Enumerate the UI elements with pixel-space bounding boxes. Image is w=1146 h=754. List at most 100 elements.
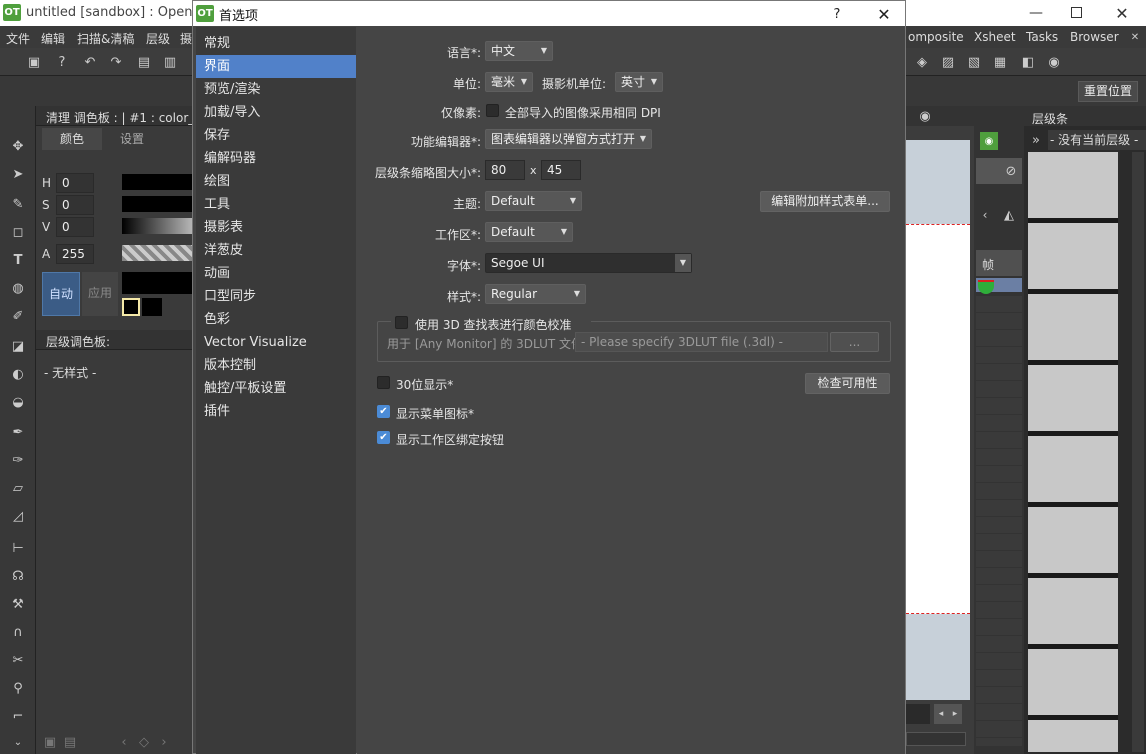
fill-icon[interactable]: ◈ <box>912 52 932 72</box>
tool-icon-d[interactable]: ▦ <box>990 52 1010 72</box>
thumbnail-height-field[interactable]: 45 <box>541 160 581 180</box>
room-close-icon[interactable]: ✕ <box>1128 29 1142 45</box>
redo-icon[interactable]: ↷ <box>106 52 126 72</box>
room-tab-composite[interactable]: omposite <box>908 30 964 44</box>
nav-lip-sync[interactable]: 口型同步 <box>196 285 356 308</box>
level-strip-frames[interactable] <box>1028 152 1118 752</box>
camera-icon[interactable]: ⊘ <box>1002 162 1020 180</box>
viewer-prev-icon[interactable]: ◂ <box>934 704 948 724</box>
app-close-icon[interactable]: ✕ <box>1112 3 1132 23</box>
auto-button[interactable]: 自动 <box>42 272 80 316</box>
frame-field[interactable] <box>906 704 930 724</box>
rgb-picker-tool-icon[interactable]: ✒ <box>8 422 28 442</box>
undo-icon[interactable]: ↶ <box>80 52 100 72</box>
apply-button[interactable]: 应用 <box>82 272 118 316</box>
nav-animation[interactable]: 动画 <box>196 262 356 285</box>
geometric-tool-icon[interactable]: ◻ <box>8 222 28 242</box>
palette-save-as-icon[interactable]: ▤ <box>62 734 78 750</box>
cutter-tool-icon[interactable]: ✂ <box>8 650 28 670</box>
tab-colors[interactable]: 颜色 <box>42 128 102 150</box>
tool-icon-e[interactable]: ◧ <box>1018 52 1038 72</box>
nav-interface[interactable]: 界面 <box>196 55 356 78</box>
globe-icon[interactable]: ◉ <box>1044 52 1064 72</box>
selection-tool-icon[interactable]: ➤ <box>8 164 28 184</box>
nav-import-export[interactable]: 编解码器 <box>196 147 356 170</box>
menu-level[interactable]: 层级 <box>146 30 170 47</box>
room-tab-xsheet[interactable]: Xsheet <box>974 30 1016 44</box>
menu-file[interactable]: 文件 <box>6 30 30 47</box>
viewer-next-icon[interactable]: ▸ <box>948 704 962 724</box>
menu-edit[interactable]: 编辑 <box>41 30 65 47</box>
style-swatch[interactable] <box>142 298 162 316</box>
level-strip-expand-icon[interactable]: » <box>1028 132 1044 148</box>
v-slider[interactable] <box>122 218 194 234</box>
theme-combo[interactable]: Default ▼ <box>485 191 582 211</box>
h-slider[interactable] <box>122 174 194 190</box>
skeleton-tool-icon[interactable]: ⚲ <box>8 678 28 698</box>
nav-saving[interactable]: 保存 <box>196 124 356 147</box>
dialog-close-button[interactable]: ✕ <box>873 3 895 25</box>
font-combo[interactable]: Segoe UI ▼ <box>485 253 692 273</box>
nav-general[interactable]: 常规 <box>196 32 356 55</box>
thumbnail-width-field[interactable]: 80 <box>485 160 525 180</box>
v-field[interactable]: 0 <box>56 217 94 237</box>
language-combo[interactable]: 中文 ▼ <box>485 41 553 61</box>
viewer-scrollbar[interactable] <box>906 732 966 746</box>
reset-position-button[interactable]: 重置位置 <box>1078 81 1138 102</box>
scan-icon[interactable]: ▣ <box>24 52 44 72</box>
iron-tool-icon[interactable]: ∩ <box>8 622 28 642</box>
tape-tool-icon[interactable]: ◐ <box>8 364 28 384</box>
pinch-tool-icon[interactable]: ◿ <box>8 506 28 526</box>
a-slider[interactable] <box>122 245 194 261</box>
palette-save-icon[interactable]: ▣ <box>42 734 58 750</box>
s-field[interactable]: 0 <box>56 195 94 215</box>
xsheet-toggle-icon[interactable]: ◉ <box>980 132 998 150</box>
pixel-only-checkbox[interactable] <box>486 104 499 117</box>
nav-plugins[interactable]: 插件 <box>196 400 356 423</box>
menu-scan-cleanup[interactable]: 扫描&清稿 <box>77 30 134 47</box>
more-tools-icon[interactable]: ⌄ <box>8 734 28 750</box>
h-field[interactable]: 0 <box>56 173 94 193</box>
help-icon[interactable]: ? <box>52 52 72 72</box>
fill-tool-icon[interactable]: ◍ <box>8 278 28 298</box>
level-select-combo[interactable]: - 没有当前层级 - <box>1048 130 1146 150</box>
tab-settings[interactable]: 设置 <box>102 128 162 150</box>
style-picker-tool-icon[interactable]: ◒ <box>8 392 28 412</box>
bender-tool-icon[interactable]: ⚒ <box>8 594 28 614</box>
unit-combo[interactable]: 毫米 ▼ <box>485 72 533 92</box>
camera-unit-combo[interactable]: 英寸 ▼ <box>615 72 663 92</box>
tool-icon-c[interactable]: ▧ <box>964 52 984 72</box>
room-tab-tasks[interactable]: Tasks <box>1026 30 1058 44</box>
s-slider[interactable] <box>122 196 194 212</box>
nav-colors[interactable]: 色彩 <box>196 308 356 331</box>
show-menu-icons-checkbox[interactable]: ✔ <box>377 405 390 418</box>
copy-icon[interactable]: ▥ <box>160 52 180 72</box>
show-room-lock-checkbox[interactable]: ✔ <box>377 431 390 444</box>
save-icon[interactable]: ▤ <box>134 52 154 72</box>
ruler-tool-icon[interactable]: ▱ <box>8 478 28 498</box>
pump-tool-icon[interactable]: ⊢ <box>8 538 28 558</box>
a-field[interactable]: 255 <box>56 244 94 264</box>
lut-file-field[interactable]: - Please specify 3DLUT file (.3dl) - <box>575 332 828 352</box>
eraser-tool-icon[interactable]: ◪ <box>8 336 28 356</box>
hook-tool-icon[interactable]: ⌐ <box>8 706 28 726</box>
nav-xsheet[interactable]: 摄影表 <box>196 216 356 239</box>
nav-version-control[interactable]: 版本控制 <box>196 354 356 377</box>
font-style-combo[interactable]: Regular ▼ <box>485 284 586 304</box>
lut-browse-button[interactable]: ... <box>830 332 879 352</box>
nav-onion-skin[interactable]: 洋葱皮 <box>196 239 356 262</box>
maximize-icon[interactable] <box>1071 7 1082 18</box>
palette-key-icon[interactable]: ◇ <box>136 734 152 750</box>
function-editor-combo[interactable]: 图表编辑器以弹窗方式打开 ▼ <box>485 129 652 149</box>
selected-style-swatch[interactable] <box>122 298 140 316</box>
level-strip-scrollbar[interactable] <box>1132 152 1144 752</box>
magnet-tool-icon[interactable]: ☊ <box>8 566 28 586</box>
room-combo[interactable]: Default ▼ <box>485 222 573 242</box>
dialog-help-button[interactable]: ? <box>827 4 847 24</box>
palette-prev-icon[interactable]: ‹ <box>116 734 132 750</box>
room-tab-browser[interactable]: Browser <box>1070 30 1119 44</box>
palette-next-icon[interactable]: › <box>156 734 172 750</box>
bit30-checkbox[interactable] <box>377 376 390 389</box>
nav-touch-tablet[interactable]: 触控/平板设置 <box>196 377 356 400</box>
animate-tool-icon[interactable]: ✥ <box>8 136 28 156</box>
